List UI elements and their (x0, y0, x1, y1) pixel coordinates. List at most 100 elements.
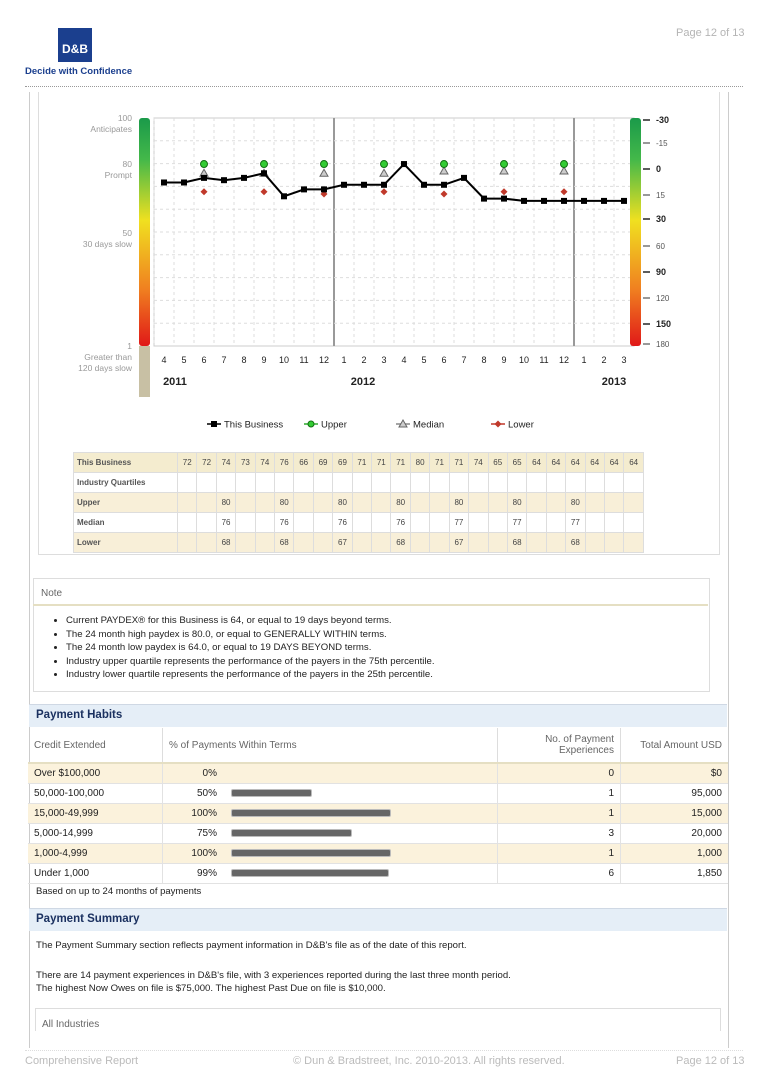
paydex-cell (603, 472, 625, 493)
year-label: 2012 (351, 376, 375, 388)
x-axis-month-label: 10 (279, 355, 289, 365)
paydex-cell (584, 472, 605, 493)
x-axis-month-label: 7 (461, 355, 466, 365)
paydex-cell (565, 472, 586, 493)
left-axis-value: 80 (123, 159, 133, 169)
right-axis-label: 180 (656, 340, 670, 349)
paydex-cell (487, 512, 508, 533)
footer-copyright: © Dun & Bradstreet, Inc. 2010-2013. All … (293, 1055, 565, 1067)
pct-label: 99% (196, 868, 217, 879)
right-axis-label: 90 (656, 267, 666, 277)
paydex-cell: 73 (235, 452, 256, 473)
paydex-cell (584, 492, 605, 513)
col-payment-experiences: No. of Payment Experiences (497, 728, 621, 764)
paydex-cell (293, 492, 314, 513)
paydex-cell (312, 492, 334, 513)
amount-cell: $0 (620, 763, 728, 784)
paydex-cell: 69 (332, 452, 353, 473)
note-title: Note (41, 588, 63, 599)
credit-extended-cell: Under 1,000 (28, 863, 163, 884)
paydex-cell (448, 472, 470, 493)
paydex-cell (487, 492, 508, 513)
this-business-point (281, 193, 287, 200)
credit-extended-cell: 5,000-14,999 (28, 823, 163, 844)
right-axis-label: 120 (656, 294, 670, 303)
paydex-cell: 76 (215, 512, 237, 533)
upper-quartile-point (200, 160, 208, 169)
paydex-cell (545, 472, 567, 493)
paydex-cell (468, 532, 489, 553)
this-business-point (501, 195, 507, 202)
paydex-cell (312, 512, 334, 533)
legend-label: Lower (508, 420, 534, 431)
paydex-cell: 80 (332, 492, 353, 513)
paydex-cell (176, 472, 198, 493)
paydex-cell (487, 532, 508, 553)
all-industries-box: All Industries (35, 1008, 721, 1031)
paydex-cell (526, 512, 547, 533)
left-axis-value: 1 (127, 341, 132, 351)
this-business-point (161, 179, 167, 186)
paydex-cell: 64 (526, 452, 547, 473)
experiences-cell: 1 (497, 803, 621, 824)
x-axis-month-label: 12 (559, 355, 569, 365)
this-business-point (441, 181, 447, 188)
paydex-cell (254, 492, 276, 513)
left-axis-desc: 120 days slow (78, 363, 133, 373)
paydex-cell (545, 532, 567, 553)
paydex-cell: 71 (448, 452, 470, 473)
summary-details: There are 14 payment experiences in D&B'… (36, 969, 511, 995)
payment-habits-table: Credit Extended % of Payments Within Ter… (28, 728, 728, 884)
legend-label: This Business (224, 420, 283, 431)
summary-line: The highest Now Owes on file is $75,000.… (36, 983, 386, 994)
pct-label: 100% (191, 848, 217, 859)
this-business-point (521, 197, 527, 204)
pct-bar (231, 849, 391, 858)
paydex-cell (371, 492, 392, 513)
paydex-cell (623, 472, 644, 493)
pct-label: 100% (191, 808, 217, 819)
this-business-point (261, 170, 267, 177)
upper-quartile-point (260, 160, 268, 169)
this-business-point (461, 174, 467, 181)
right-axis-label: 60 (656, 242, 665, 251)
pct-bar (231, 869, 389, 878)
this-business-point (341, 181, 347, 188)
paydex-cell: 76 (332, 512, 353, 533)
paydex-cell (468, 472, 489, 493)
pct-label: 75% (196, 828, 217, 839)
paydex-cell: 64 (584, 452, 605, 473)
paydex-cell (176, 492, 198, 513)
this-business-point (361, 181, 367, 188)
payment-summary-header: Payment Summary (29, 908, 727, 931)
x-axis-month-label: 8 (481, 355, 486, 365)
legend-marker (494, 420, 502, 428)
paydex-cell: 77 (506, 512, 528, 533)
paydex-cell (409, 472, 431, 493)
payment-summary-title: Payment Summary (36, 913, 140, 925)
paydex-cell: 64 (565, 452, 586, 473)
upper-quartile-point (380, 160, 388, 169)
paydex-cell (429, 492, 450, 513)
paydex-cell (176, 512, 198, 533)
paydex-cell (235, 492, 256, 513)
this-business-point (301, 186, 307, 193)
note-item: Industry upper quartile represents the p… (66, 655, 435, 669)
col-credit-extended: Credit Extended (28, 728, 163, 764)
left-scale-base (139, 346, 150, 397)
x-axis-month-label: 8 (241, 355, 246, 365)
x-axis-month-label: 5 (181, 355, 186, 365)
col-total-amount: Total Amount USD (620, 728, 728, 764)
x-axis-month-label: 1 (341, 355, 346, 365)
paydex-cell: 80 (565, 492, 586, 513)
paydex-cell: 80 (390, 492, 411, 513)
paydex-cell (196, 492, 217, 513)
right-axis-label: 150 (656, 319, 671, 329)
note-item: Current PAYDEX® for this Business is 64,… (66, 614, 435, 628)
paydex-cell (584, 532, 605, 553)
paydex-cell: 71 (429, 452, 450, 473)
paydex-cell (351, 532, 373, 553)
paydex-cell (351, 512, 373, 533)
credit-extended-cell: 15,000-49,999 (28, 803, 163, 824)
right-axis-label: 0 (656, 164, 661, 174)
